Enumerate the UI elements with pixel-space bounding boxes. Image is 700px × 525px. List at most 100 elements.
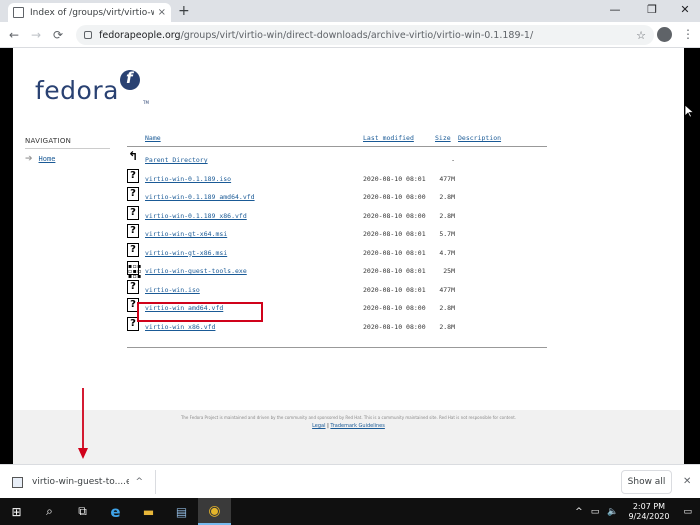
search-icon[interactable]: ⌕ — [33, 498, 66, 525]
system-tray: ^ ▭ 🔈 2:07 PM 9/24/2020 ▭ — [571, 498, 700, 525]
footer-links: Legal | Trademark Guidelines — [13, 423, 684, 429]
logo-badge-letter: f — [126, 69, 133, 87]
logo-trademark: TM — [143, 100, 149, 105]
file-modified-date: 2020-08-10 08:00 — [363, 304, 426, 312]
sort-by-modified-link[interactable]: Last modified — [363, 134, 414, 142]
unknown-file-icon[interactable]: ? — [127, 242, 139, 257]
page-footer: The Fedora Project is maintained and dri… — [13, 410, 684, 464]
url-path: /groups/virt/virtio-win/direct-downloads… — [180, 29, 534, 41]
windows-taskbar: ⊞ ⌕ ⧉ e ▬ ▤ ◉ ^ ▭ 🔈 2:07 PM 9/24/2020 ▭ — [0, 498, 700, 525]
file-size: 477M — [439, 174, 455, 183]
sort-by-size-link[interactable]: Size — [435, 134, 451, 142]
listing-row: ? virtio-win-gt-x64.msi 2020-08-10 08:01 5.… — [127, 222, 667, 241]
file-link[interactable]: virtio-win-0.1.189_x86.vfd — [145, 212, 247, 220]
file-link[interactable]: virtio-win_x86.vfd — [145, 323, 215, 331]
chrome-menu-icon[interactable]: ⋮ — [682, 27, 694, 42]
legal-link[interactable]: Legal — [312, 423, 325, 429]
unknown-file-icon[interactable]: ? — [127, 279, 139, 294]
download-options-chevron-icon[interactable]: ^ — [135, 477, 143, 487]
file-size: 4.7M — [439, 248, 455, 257]
unknown-file-icon[interactable]: ? — [127, 224, 139, 238]
browser-tab[interactable]: Index of /groups/virt/virtio-win/d × — [8, 3, 171, 22]
windows-start-icon[interactable]: ⊞ — [0, 498, 33, 525]
network-icon[interactable]: ▭ — [591, 507, 600, 517]
trademark-guidelines-link[interactable]: Trademark Guidelines — [330, 423, 384, 429]
sort-by-description-link[interactable]: Description — [458, 134, 501, 142]
clock-date: 9/24/2020 — [628, 511, 670, 521]
chrome-icon[interactable]: ◉ — [198, 498, 231, 525]
file-link[interactable]: virtio-win-gt-x64.msi — [145, 230, 227, 238]
footer-divider — [127, 347, 547, 348]
footer-notice: The Fedora Project is maintained and dri… — [180, 415, 517, 420]
show-all-downloads-button[interactable]: Show all — [621, 470, 672, 494]
profile-avatar-icon[interactable] — [657, 27, 672, 42]
back-icon[interactable]: ↰ — [127, 150, 139, 164]
listing-header: Name Last modified Size Description — [127, 134, 667, 147]
file-size: 2.8M — [439, 211, 455, 220]
address-bar[interactable]: fedorapeople.org/groups/virt/virtio-win/… — [76, 25, 654, 45]
listing-row: ? virtio-win-gt-x86.msi 2020-08-10 08:01 4.… — [127, 241, 667, 260]
listing-row: ? virtio-win-0.1.189_x86.vfd 2020-08-10 08… — [127, 204, 667, 223]
arrow-right-icon: ➔ — [25, 154, 33, 164]
volume-icon[interactable]: 🔈 — [607, 507, 618, 517]
file-modified-date: 2020-08-10 08:01 — [363, 285, 426, 294]
file-size: 2.8M — [439, 322, 455, 331]
file-size: 25M — [443, 267, 455, 275]
tab-close-icon[interactable]: × — [158, 7, 166, 18]
lock-icon[interactable] — [84, 31, 92, 39]
unknown-file-icon[interactable]: ? — [127, 205, 139, 220]
file-modified-date: 2020-08-10 08:01 — [363, 230, 426, 238]
bookmark-star-icon[interactable]: ☆ — [636, 29, 646, 42]
listing-row: ▪▫▪ ▫▪▫ ▪▫▪ virtio-win-guest-tools.exe 202… — [127, 259, 667, 280]
task-view-icon[interactable]: ⧉ — [66, 498, 99, 525]
file-size: 5.7M — [439, 230, 455, 238]
file-size: 477M — [439, 285, 455, 294]
unknown-file-icon[interactable]: ? — [127, 168, 139, 183]
file-link[interactable]: virtio-win-0.1.189.iso — [145, 175, 231, 183]
unknown-file-icon[interactable]: ? — [127, 187, 139, 201]
sort-by-name-link[interactable]: Name — [145, 134, 161, 142]
file-modified-date: 2020-08-10 08:01 — [363, 174, 426, 183]
minimize-button[interactable]: — — [606, 2, 624, 18]
file-size: 2.8M — [439, 304, 455, 312]
screen: Index of /groups/virt/virtio-win/d × + —… — [0, 0, 700, 525]
reload-button[interactable]: ⟳ — [50, 27, 66, 43]
forward-button[interactable]: → — [28, 27, 44, 43]
url-text[interactable]: fedorapeople.org/groups/virt/virtio-win/… — [99, 30, 636, 41]
download-file-name[interactable]: virtio-win-guest-to....e... — [32, 477, 129, 487]
page-viewport: fedora f TM NAVIGATION ➔ Home Name Last … — [0, 48, 700, 464]
footer-separator: | — [327, 423, 329, 429]
server-manager-icon[interactable]: ▤ — [165, 498, 198, 525]
fedora-logo[interactable]: fedora f TM — [35, 69, 149, 112]
file-link[interactable]: virtio-win-0.1.189_amd64.vfd — [145, 193, 255, 201]
tray-overflow-chevron-icon[interactable]: ^ — [575, 507, 583, 517]
navigation-heading: NAVIGATION — [25, 137, 110, 149]
clock-time: 2:07 PM — [632, 501, 666, 511]
back-button[interactable]: ← — [6, 27, 22, 43]
window-close-button[interactable]: ✕ — [676, 2, 694, 18]
download-item[interactable]: virtio-win-guest-to....e... ^ — [6, 470, 156, 494]
file-link[interactable]: virtio-win-gt-x86.msi — [145, 249, 227, 257]
nav-home-item[interactable]: ➔ Home — [25, 154, 110, 164]
file-link[interactable]: virtio-win-guest-tools.exe — [145, 267, 247, 275]
download-shelf: virtio-win-guest-to....e... ^ Show all ✕ — [0, 464, 700, 498]
annotation-arrow-icon — [78, 388, 88, 459]
taskbar-clock[interactable]: 2:07 PM 9/24/2020 — [628, 502, 669, 522]
file-modified-date: 2020-08-10 08:01 — [363, 267, 426, 275]
logo-wordmark: fedora — [35, 76, 119, 105]
annotation-highlight-box — [137, 302, 263, 322]
file-explorer-icon[interactable]: ▬ — [132, 498, 165, 525]
close-shelf-icon[interactable]: ✕ — [683, 476, 691, 487]
file-link[interactable]: virtio-win.iso — [145, 286, 200, 294]
browser-toolbar: ← → ⟳ fedorapeople.org/groups/virt/virti… — [0, 22, 700, 48]
new-tab-button[interactable]: + — [178, 3, 190, 19]
notification-center-icon[interactable]: ▭ — [683, 507, 692, 517]
nav-home-link[interactable]: Home — [39, 155, 56, 163]
binary-file-icon[interactable]: ▪▫▪ ▫▪▫ ▪▫▪ — [127, 261, 141, 280]
navigation-panel: NAVIGATION ➔ Home — [25, 137, 110, 164]
restore-button[interactable]: ❐ — [643, 2, 661, 18]
internet-explorer-icon[interactable]: e — [99, 498, 132, 525]
executable-file-icon — [12, 476, 23, 488]
tab-strip: Index of /groups/virt/virtio-win/d × + —… — [0, 0, 700, 22]
file-link[interactable]: Parent Directory — [145, 156, 208, 164]
